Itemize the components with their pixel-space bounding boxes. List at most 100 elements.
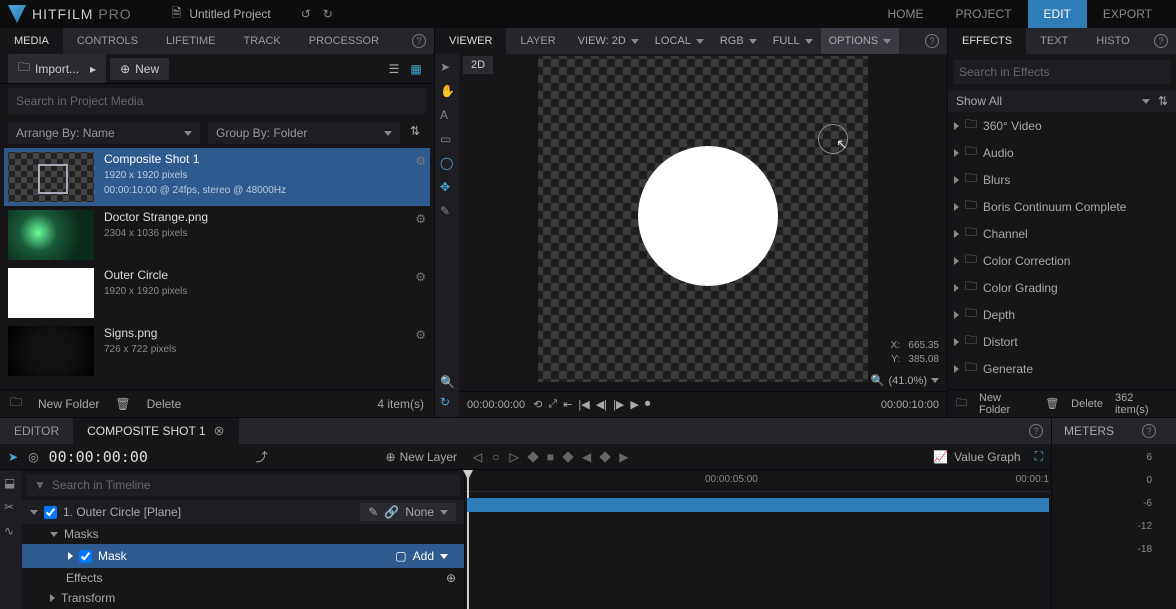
timeline[interactable]: 00:00:05:00 00:00:1 bbox=[465, 470, 1051, 609]
prev-frame-icon[interactable]: |◀ bbox=[578, 398, 589, 411]
at-key-icon[interactable]: ○ bbox=[492, 450, 499, 464]
effect-folder[interactable]: 🗀360° Video bbox=[948, 112, 1176, 139]
export-icon[interactable]: ⤴ bbox=[256, 448, 268, 465]
viewer-2d-tab[interactable]: 2D bbox=[463, 56, 493, 74]
group-dropdown[interactable]: Group By: Folder bbox=[208, 122, 400, 144]
effect-folder[interactable]: 🗀Distort bbox=[948, 328, 1176, 355]
mask-checkbox[interactable] bbox=[79, 550, 92, 563]
effects-search-input[interactable]: Search in Effects bbox=[954, 60, 1170, 84]
pointer-tool-icon[interactable]: ➤ bbox=[8, 450, 18, 464]
prev-key-icon[interactable]: ◁ bbox=[473, 450, 482, 464]
pen-tool-icon[interactable]: ✎ bbox=[440, 204, 454, 218]
blend-mode-dropdown[interactable]: ✎ 🔗 None bbox=[360, 503, 456, 521]
square-icon[interactable]: ■ bbox=[547, 450, 554, 464]
viewer-canvas[interactable]: ↖ bbox=[538, 56, 868, 382]
main-tab-project[interactable]: PROJECT bbox=[940, 0, 1028, 28]
new-layer-button[interactable]: ⊕ New Layer bbox=[386, 450, 457, 464]
timeline-time[interactable]: 00:00:00:00 bbox=[49, 448, 148, 466]
step-back-icon[interactable]: ◀| bbox=[596, 398, 607, 411]
snap-icon[interactable]: ◎ bbox=[28, 450, 38, 464]
masks-row[interactable]: Masks bbox=[22, 524, 464, 544]
media-search-input[interactable]: Search in Project Media bbox=[8, 88, 426, 114]
undo-icon[interactable]: ↺ bbox=[301, 7, 311, 21]
new-folder-button[interactable]: New Folder bbox=[38, 397, 99, 411]
tab-histo[interactable]: HISTO bbox=[1082, 28, 1143, 54]
record-icon[interactable]: ⏺ bbox=[645, 398, 651, 411]
effect-folder[interactable]: 🗀Gradients & Fills bbox=[948, 382, 1176, 389]
skip-start-icon[interactable]: ⇤ bbox=[563, 398, 572, 411]
playhead[interactable] bbox=[467, 470, 469, 609]
gear-icon[interactable]: ⚙ bbox=[415, 328, 426, 342]
sort-icon[interactable]: ⇅ bbox=[1158, 94, 1168, 108]
value-graph-button[interactable]: 📈 Value Graph ⛶ bbox=[933, 449, 1051, 464]
rate-tool-icon[interactable]: ∿ bbox=[4, 524, 18, 538]
tab-layer[interactable]: LAYER bbox=[506, 28, 569, 54]
main-tab-home[interactable]: HOME bbox=[872, 0, 940, 28]
delete-button[interactable]: Delete bbox=[1071, 398, 1103, 410]
layer-visibility-checkbox[interactable] bbox=[44, 506, 57, 519]
zoom-indicator[interactable]: 🔍 (41.0%) bbox=[871, 374, 939, 387]
keyframe-icon[interactable] bbox=[562, 451, 573, 462]
keyframe-icon[interactable] bbox=[600, 451, 611, 462]
effect-folder[interactable]: 🗀Channel bbox=[948, 220, 1176, 247]
effect-folder[interactable]: 🗀Blurs bbox=[948, 166, 1176, 193]
effect-folder[interactable]: 🗀Audio bbox=[948, 139, 1176, 166]
ellipse-tool-icon[interactable]: ◯ bbox=[440, 156, 454, 170]
range-icon[interactable]: ⤢ bbox=[548, 398, 557, 411]
close-icon[interactable]: ⊗ bbox=[214, 423, 225, 439]
time-start[interactable]: 00:00:00:00 bbox=[467, 399, 525, 411]
gear-icon[interactable]: ⚙ bbox=[415, 270, 426, 284]
grid-view-icon[interactable]: ▦ bbox=[406, 60, 426, 78]
next-key-icon[interactable]: ▷ bbox=[509, 450, 518, 464]
effect-folder[interactable]: 🗀Color Correction bbox=[948, 247, 1176, 274]
layer-track-bar[interactable] bbox=[467, 498, 1049, 512]
mask-row[interactable]: Mask ▢ Add bbox=[22, 544, 464, 568]
marker-right-icon[interactable]: ▶ bbox=[619, 450, 628, 464]
effect-folder[interactable]: 🗀Color Grading bbox=[948, 274, 1176, 301]
sort-icon[interactable]: ⇅ bbox=[408, 122, 426, 144]
mask-mode-dropdown[interactable]: ▢ Add bbox=[387, 547, 456, 565]
help-icon[interactable]: ? bbox=[1154, 34, 1168, 48]
marker-left-icon[interactable]: ◀ bbox=[582, 450, 591, 464]
plus-icon[interactable]: ⊕ bbox=[446, 571, 456, 585]
select-tool-icon[interactable]: ➤ bbox=[440, 60, 454, 74]
full-dropdown[interactable]: FULL bbox=[765, 28, 821, 54]
effect-folder[interactable]: 🗀Boris Continuum Complete bbox=[948, 193, 1176, 220]
tab-media[interactable]: MEDIA bbox=[0, 28, 63, 54]
editor-tab[interactable]: COMPOSITE SHOT 1⊗ bbox=[73, 418, 238, 444]
tab-track[interactable]: TRACK bbox=[229, 28, 294, 54]
play-icon[interactable]: ▶ bbox=[630, 398, 638, 411]
text-tool-icon[interactable]: A bbox=[440, 108, 454, 122]
gear-icon[interactable]: ⚙ bbox=[415, 212, 426, 226]
effects-show-all-dropdown[interactable]: Show All ⇅ bbox=[948, 90, 1176, 112]
main-tab-edit[interactable]: EDIT bbox=[1028, 0, 1087, 28]
media-item[interactable]: Outer Circle1920 x 1920 pixels⚙ bbox=[4, 264, 430, 322]
time-ruler[interactable]: 00:00:05:00 00:00:1 bbox=[465, 470, 1051, 492]
help-icon[interactable]: ? bbox=[412, 34, 426, 48]
local-dropdown[interactable]: LOCAL bbox=[647, 28, 712, 54]
tab-processor[interactable]: PROCESSOR bbox=[295, 28, 393, 54]
step-forward-icon[interactable]: |▶ bbox=[613, 398, 624, 411]
effect-folder[interactable]: 🗀Generate bbox=[948, 355, 1176, 382]
media-item[interactable]: Doctor Strange.png2304 x 1036 pixels⚙ bbox=[4, 206, 430, 264]
time-end[interactable]: 00:00:10:00 bbox=[881, 399, 939, 411]
expand-icon[interactable]: ⛶ bbox=[1035, 449, 1043, 464]
effects-row[interactable]: Effects ⊕ bbox=[22, 568, 464, 588]
arrange-dropdown[interactable]: Arrange By: Name bbox=[8, 122, 200, 144]
rectangle-tool-icon[interactable]: ▭ bbox=[440, 132, 454, 146]
list-view-icon[interactable]: ☰ bbox=[384, 60, 404, 78]
timeline-search-input[interactable]: ▼ Search in Timeline bbox=[26, 474, 460, 496]
new-button[interactable]: ⊕ New bbox=[110, 58, 169, 80]
help-icon[interactable]: ? bbox=[1142, 424, 1156, 438]
move-tool-icon[interactable]: ✥ bbox=[440, 180, 454, 194]
zoom-in-icon[interactable]: 🔍 bbox=[440, 375, 454, 389]
help-icon[interactable]: ? bbox=[925, 34, 939, 48]
redo-icon[interactable]: ↻ bbox=[323, 7, 333, 21]
effect-folder[interactable]: 🗀Depth bbox=[948, 301, 1176, 328]
import-button[interactable]: 🗀 Import... ▸ bbox=[8, 54, 106, 83]
project-name[interactable]: Untitled Project bbox=[189, 7, 270, 21]
view-dropdown[interactable]: VIEW: 2D bbox=[570, 28, 647, 54]
layer-row[interactable]: 1. Outer Circle [Plane] ✎ 🔗 None bbox=[22, 500, 464, 524]
circle-shape[interactable] bbox=[638, 146, 778, 286]
editor-tab[interactable]: EDITOR bbox=[0, 418, 73, 444]
